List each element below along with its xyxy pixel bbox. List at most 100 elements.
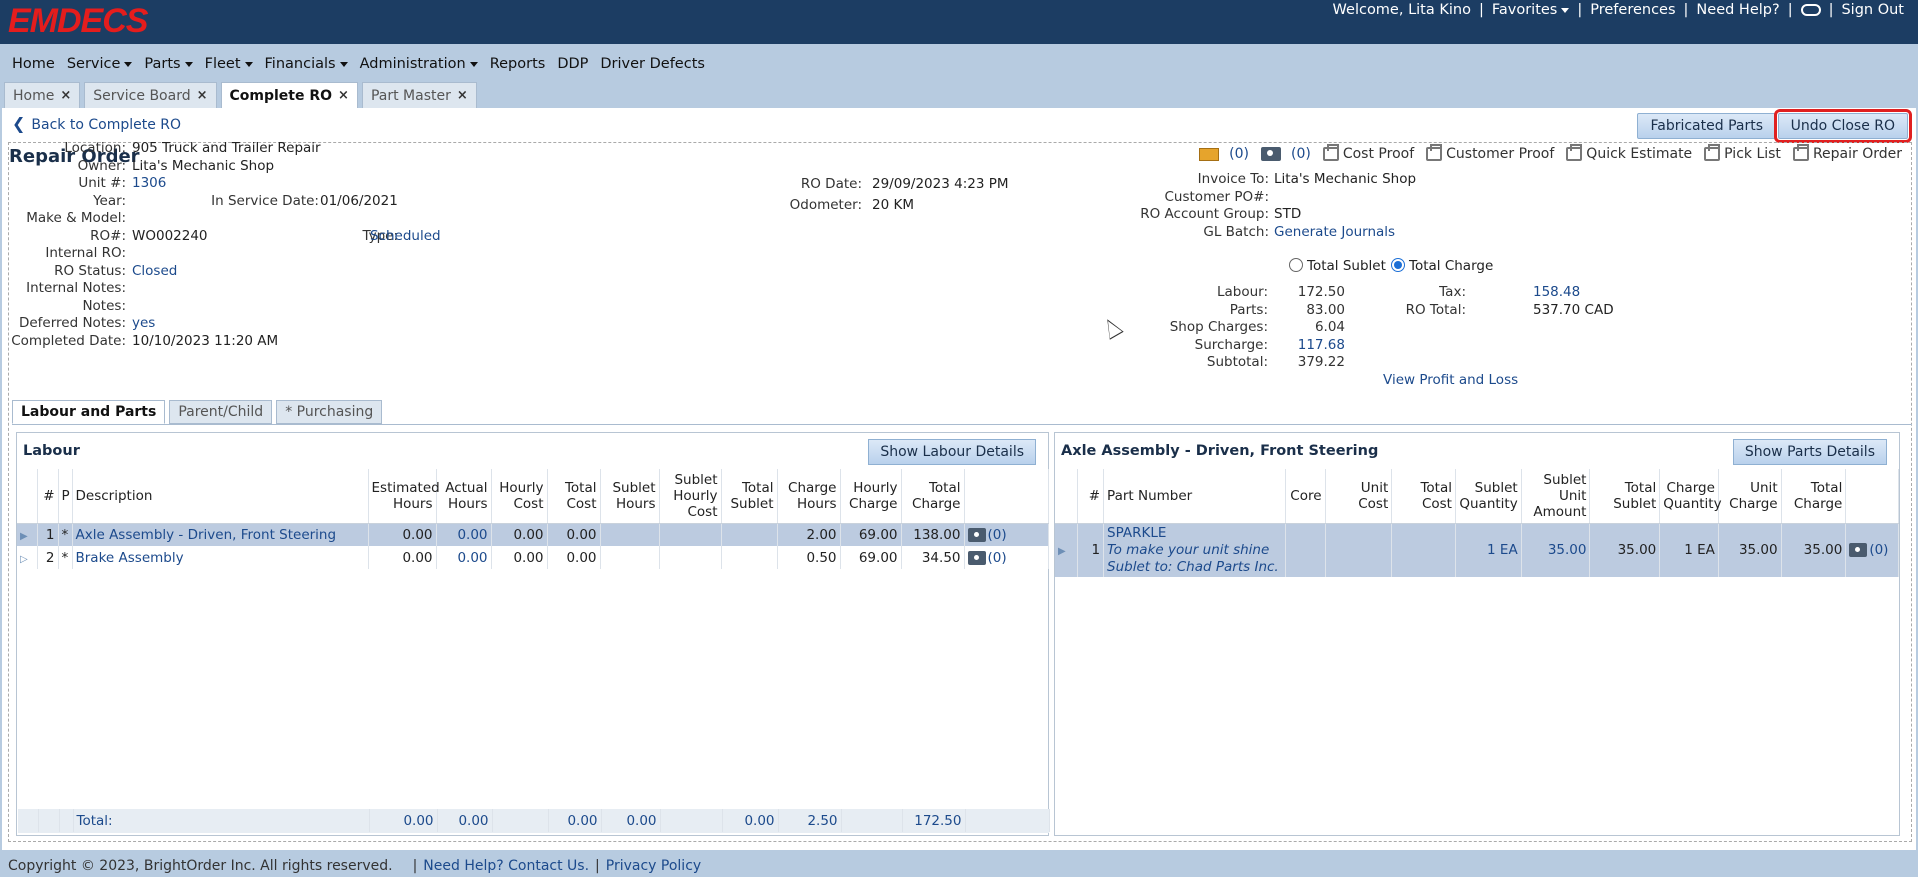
unit-link[interactable]: 1306: [132, 175, 166, 191]
nav-fleet[interactable]: Fleet: [199, 56, 259, 72]
tab-service-board[interactable]: Service Board ×: [84, 82, 217, 108]
total-charge-radio[interactable]: Total Charge: [1391, 258, 1493, 274]
surcharge-link[interactable]: 117.68: [1298, 337, 1345, 353]
labour-table: # P Description Estimated Hours Actual H…: [17, 469, 1049, 569]
chevron-down-icon: [244, 61, 253, 67]
nav-home[interactable]: Home: [6, 56, 61, 72]
quick-estimate-button[interactable]: Quick Estimate: [1566, 144, 1692, 162]
view-profit-loss-link[interactable]: View Profit and Loss: [1383, 372, 1518, 388]
attachments-button[interactable]: (0): [1261, 146, 1311, 162]
chevron-down-icon: [469, 61, 478, 67]
close-icon[interactable]: ×: [60, 88, 71, 103]
show-parts-details-button[interactable]: Show Parts Details: [1732, 439, 1887, 465]
location-value: 905 Truck and Trailer Repair: [132, 140, 321, 156]
internal-ro-label: Internal RO:: [45, 245, 126, 261]
nav-reports[interactable]: Reports: [484, 56, 552, 72]
shop-charges-value: 6.04: [1314, 319, 1345, 335]
ro-date-value: 29/09/2023 4:23 PM: [872, 176, 1009, 192]
undo-close-ro-button[interactable]: Undo Close RO: [1773, 109, 1913, 143]
ro-status-value[interactable]: Closed: [132, 263, 177, 279]
main-nav: Home Service Parts Fleet Financials Admi…: [0, 44, 1918, 84]
back-link[interactable]: ❮ Back to Complete RO: [12, 114, 181, 133]
nav-service[interactable]: Service: [61, 56, 139, 72]
chat-button[interactable]: [1795, 2, 1827, 18]
parts-panel-title: Axle Assembly - Driven, Front Steering: [1061, 443, 1379, 459]
expand-icon[interactable]: ▷: [20, 554, 28, 565]
parts-panel: Axle Assembly - Driven, Front Steering S…: [1054, 432, 1900, 836]
labour-attachments[interactable]: (0): [964, 546, 1049, 569]
email-button[interactable]: (0): [1199, 146, 1249, 162]
page-tabs: Home × Service Board × Complete RO × Part M…: [4, 82, 481, 108]
expand-icon[interactable]: ▶: [1058, 546, 1066, 557]
completed-date-label: Completed Date:: [11, 333, 126, 349]
deferred-notes-link[interactable]: yes: [132, 315, 155, 331]
parts-attachments[interactable]: (0): [1845, 523, 1899, 577]
total-sublet-radio[interactable]: Total Sublet: [1289, 258, 1386, 274]
ro-status-label: RO Status:: [54, 263, 126, 279]
tab-labour-and-parts[interactable]: Labour and Parts: [12, 400, 166, 424]
nav-administration[interactable]: Administration: [354, 56, 484, 72]
expand-icon[interactable]: ▶: [20, 531, 28, 542]
top-bar: EMDECS Welcome, Lita Kino | Favorites | …: [0, 0, 1918, 44]
printer-icon: [1704, 144, 1721, 161]
labour-description-link[interactable]: Axle Assembly - Driven, Front Steering: [72, 523, 369, 546]
ro-total-value: 537.70 CAD: [1533, 302, 1614, 318]
camera-icon: [1261, 147, 1281, 161]
need-help-link[interactable]: Need Help?: [1690, 2, 1785, 18]
close-icon[interactable]: ×: [197, 88, 208, 103]
labour-attachments[interactable]: (0): [964, 523, 1049, 546]
ro-number-label: RO#:: [90, 228, 126, 244]
repair-order-print-button[interactable]: Repair Order: [1792, 144, 1902, 162]
printer-icon: [1566, 144, 1583, 161]
part-number-link[interactable]: SPARKLE: [1107, 525, 1282, 542]
nav-ddp[interactable]: DDP: [551, 56, 594, 72]
emdecs-logo[interactable]: EMDECS: [8, 2, 148, 41]
printer-icon: [1426, 144, 1443, 161]
parts-header-row: # Part Number Core Unit Cost Total Cost …: [1055, 469, 1899, 524]
type-value[interactable]: Scheduled: [370, 228, 441, 244]
fabricated-parts-button[interactable]: Fabricated Parts: [1637, 113, 1776, 139]
year-label: Year:: [93, 193, 126, 209]
tax-link[interactable]: 158.48: [1533, 284, 1580, 300]
nav-parts[interactable]: Parts: [138, 56, 198, 72]
nav-financials[interactable]: Financials: [259, 56, 354, 72]
parts-row[interactable]: ▶ 1 SPARKLE To make your unit shine Subl…: [1055, 523, 1899, 577]
service-date-label: In Service Date:: [211, 193, 319, 209]
labour-row[interactable]: ▷ 2 * Brake Assembly 0.00 0.00 0.00 0.00…: [17, 546, 1049, 569]
privacy-policy-link[interactable]: Privacy Policy: [606, 858, 701, 874]
tab-part-master[interactable]: Part Master ×: [361, 82, 477, 108]
labour-total-row: Total: 0.00 0.00 0.00 0.00 0.00 2.50 172…: [18, 809, 1050, 833]
contact-us-link[interactable]: Need Help? Contact Us.: [423, 858, 589, 874]
preferences-link[interactable]: Preferences: [1584, 2, 1681, 18]
parts-total-value: 83.00: [1306, 302, 1345, 318]
tab-home[interactable]: Home ×: [4, 82, 81, 108]
tab-complete-ro[interactable]: Complete RO ×: [220, 82, 358, 108]
unit-label: Unit #:: [78, 175, 126, 191]
labour-panel: Labour Show Labour Details # P Descripti…: [16, 432, 1050, 836]
service-date-value: 01/06/2021: [320, 193, 398, 209]
tab-purchasing[interactable]: * Purchasing: [276, 400, 383, 424]
make-model-label: Make & Model:: [26, 210, 126, 226]
camera-icon: [967, 527, 986, 542]
ro-number-value: WO002240: [132, 228, 208, 244]
customer-proof-button[interactable]: Customer Proof: [1426, 144, 1554, 162]
tax-label: Tax:: [1439, 284, 1466, 300]
cost-proof-button[interactable]: Cost Proof: [1322, 144, 1414, 162]
subtotal-label: Subtotal:: [1206, 354, 1268, 370]
pick-list-button[interactable]: Pick List: [1704, 144, 1781, 162]
sign-out-link[interactable]: Sign Out: [1835, 2, 1910, 18]
generate-journals-link[interactable]: Generate Journals: [1274, 224, 1395, 240]
nav-driver-defects[interactable]: Driver Defects: [594, 56, 711, 72]
show-labour-details-button[interactable]: Show Labour Details: [868, 439, 1036, 465]
chevron-left-icon: ❮: [12, 114, 26, 133]
tab-parent-child[interactable]: Parent/Child: [169, 400, 273, 424]
account-group-label: RO Account Group:: [1140, 206, 1269, 222]
completed-date-value: 10/10/2023 11:20 AM: [132, 333, 279, 349]
close-icon[interactable]: ×: [457, 88, 468, 103]
labour-description-link[interactable]: Brake Assembly: [72, 546, 369, 569]
favorites-menu[interactable]: Favorites: [1486, 2, 1576, 18]
chevron-down-icon: [124, 61, 133, 67]
close-icon[interactable]: ×: [338, 88, 349, 103]
labour-row[interactable]: ▶ 1 * Axle Assembly - Driven, Front Stee…: [17, 523, 1049, 546]
sublet-vendor: Sublet to: Chad Parts Inc.: [1107, 558, 1279, 575]
